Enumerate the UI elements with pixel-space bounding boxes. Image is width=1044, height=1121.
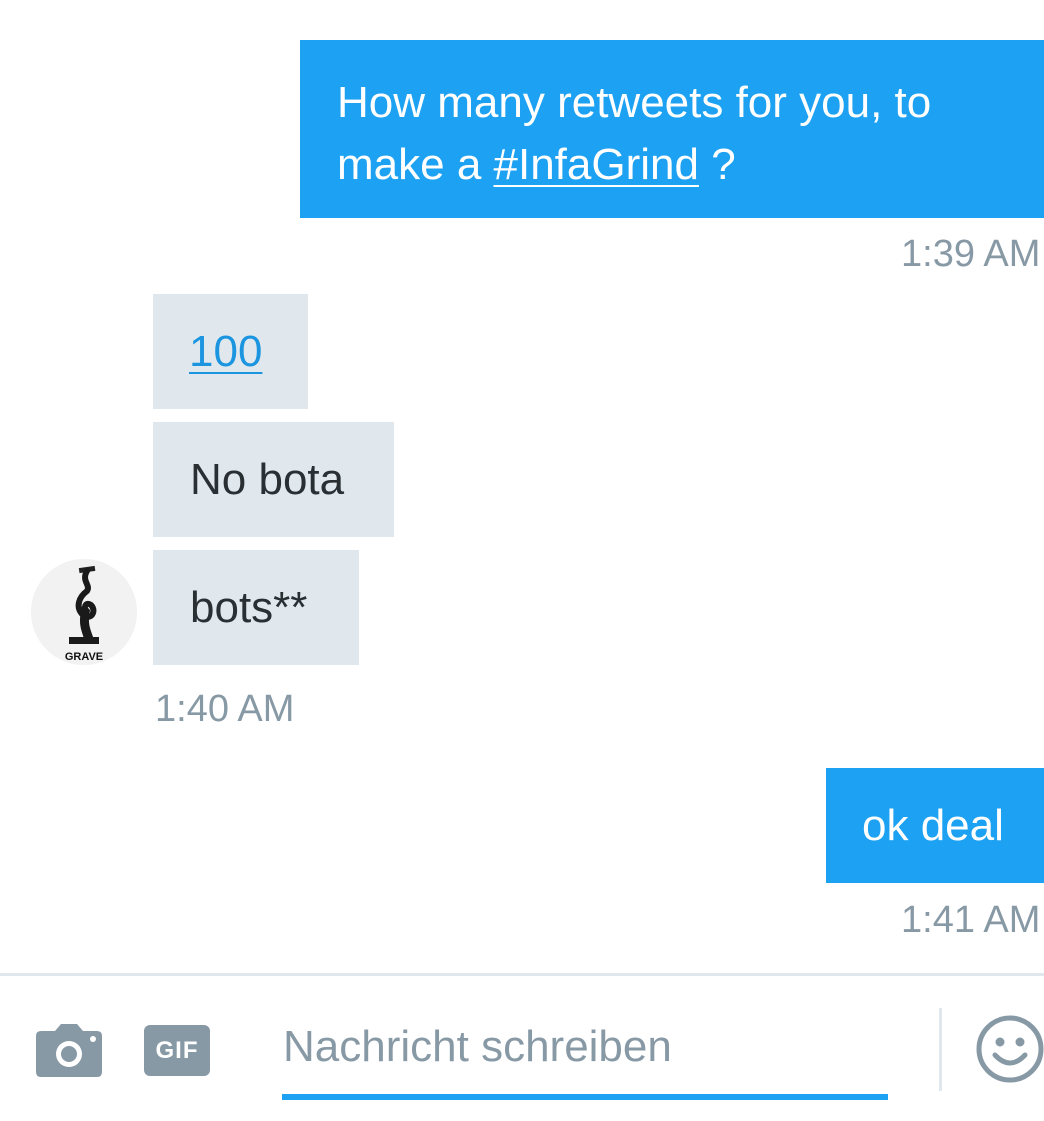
message-text: ok deal (862, 801, 1004, 850)
message-timestamp: 1:41 AM (901, 899, 1041, 941)
incoming-message[interactable]: bots** (153, 550, 359, 665)
input-underline (282, 1094, 888, 1100)
avatar-caption: GRAVE (65, 651, 103, 663)
message-text: No bota (190, 455, 345, 504)
composer-separator (939, 1008, 942, 1091)
dm-conversation: How many retweets for you, to make a #In… (0, 0, 1044, 1121)
hashtag-link[interactable]: #InfaGrind (494, 140, 699, 189)
avatar[interactable]: GRAVE (31, 559, 137, 665)
emoji-icon (976, 1015, 1044, 1083)
emoji-button[interactable] (976, 1015, 1044, 1083)
message-timestamp: 1:39 AM (901, 233, 1041, 275)
incoming-message[interactable]: 100 (153, 294, 308, 409)
message-text: bots** (190, 583, 308, 632)
outgoing-message[interactable]: How many retweets for you, to make a #In… (300, 40, 1044, 218)
message-timestamp: 1:40 AM (155, 688, 295, 730)
message-link[interactable]: 100 (189, 327, 262, 376)
gif-label: GIF (155, 1036, 199, 1064)
outgoing-message[interactable]: ok deal (826, 768, 1044, 883)
camera-button[interactable] (35, 1023, 103, 1077)
composer-divider (0, 973, 1044, 976)
avatar-logo-image: GRAVE (31, 559, 137, 665)
message-input[interactable] (283, 1012, 888, 1082)
camera-icon (36, 1024, 102, 1077)
message-text-end: ? (698, 140, 736, 189)
incoming-message[interactable]: No bota (153, 422, 394, 537)
gif-button[interactable]: GIF (144, 1025, 210, 1076)
